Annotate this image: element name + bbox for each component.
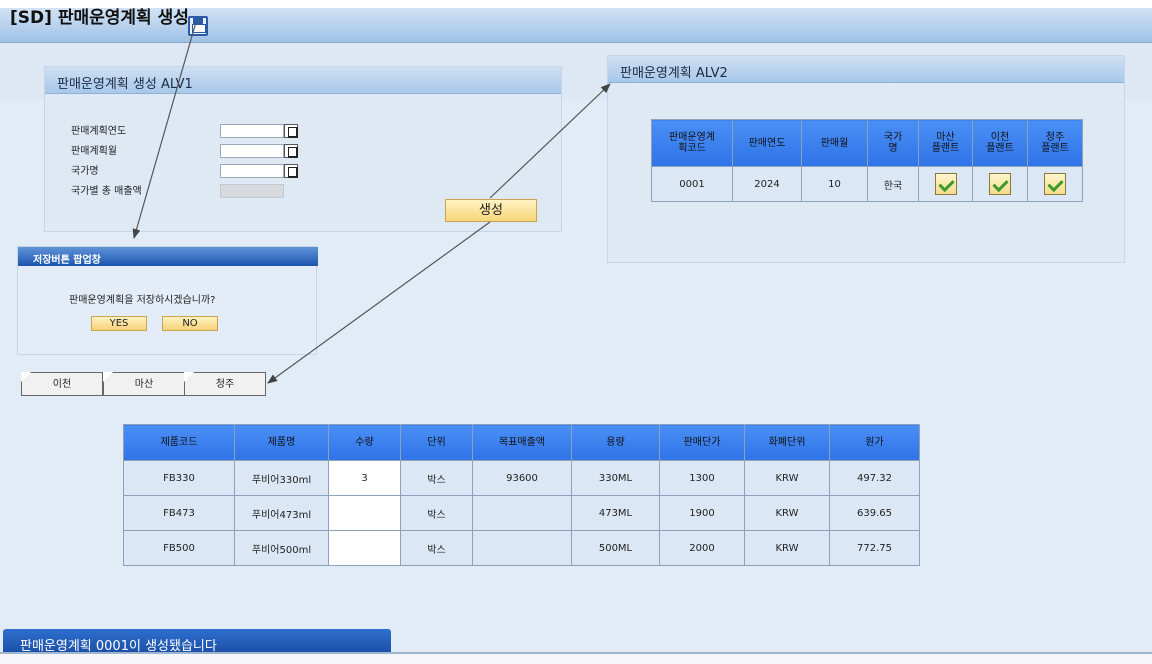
cell-unit: 박스 [400,495,473,531]
cell-volume: 500ML [571,530,660,566]
total-sales-field [220,184,284,198]
alv2-row[interactable]: 0001 2024 10 한국 [651,166,1083,202]
alv2-title: 판매운영계획 ALV2 [608,56,1124,83]
save-popup: 저장버튼 팝업창 판매운영계획을 저장하시겠습니까? YES NO [17,246,318,355]
plan-year-help-icon[interactable] [284,124,298,138]
cell-target [472,530,572,566]
alv2-header-month: 판매월 [801,119,868,167]
quantity-input[interactable]: 3 [328,460,401,496]
cell-unit: 박스 [400,460,473,496]
alv2-cell-month[interactable]: 10 [801,166,868,202]
product-table: 제품코드 제품명 수량 단위 목표매출액 용량 판매단가 화폐단위 원가 FB3… [123,424,920,566]
save-icon[interactable] [188,16,208,36]
cell-volume: 330ML [571,460,660,496]
cell-target [472,495,572,531]
yes-button[interactable]: YES [91,316,147,331]
product-header-cost: 원가 [829,424,920,461]
tab-masan[interactable]: 마산 [103,372,185,396]
alv2-cell-cheongju [1027,166,1083,202]
cell-price: 1300 [659,460,745,496]
cell-cost: 772.75 [829,530,920,566]
cheongju-check-icon[interactable] [1044,173,1066,195]
field-label-plan-month: 판매계획월 [71,146,117,157]
plan-month-input[interactable] [220,144,284,158]
alv2-cell-icheon [972,166,1028,202]
table-row[interactable]: FB500 푸비어500ml 박스 500ML 2000 KRW 772.75 [123,530,920,566]
cell-currency: KRW [744,530,830,566]
product-header-price: 판매단가 [659,424,745,461]
icheon-check-icon[interactable] [989,173,1011,195]
cell-price: 2000 [659,530,745,566]
cell-code: FB500 [123,530,235,566]
product-header-target: 목표매출액 [472,424,572,461]
popup-title: 저장버튼 팝업창 [18,247,318,266]
plan-year-input[interactable] [220,124,284,138]
alv2-header-row: 판매운영계 획코드 판매연도 판매월 국가 명 마산 플랜트 이천 플랜트 청주… [651,119,1083,167]
alv2-header-year: 판매연도 [732,119,802,167]
product-header-code: 제품코드 [123,424,235,461]
table-row[interactable]: FB473 푸비어473ml 박스 473ML 1900 KRW 639.65 [123,495,920,531]
cell-name: 푸비어473ml [234,495,329,531]
cell-cost: 639.65 [829,495,920,531]
alv2-cell-year[interactable]: 2024 [732,166,802,202]
product-header-qty: 수량 [328,424,401,461]
page: [SD] 판매운영계획 생성 판매운영계획 생성 ALV1 판매계획연도 판매계… [0,0,1152,664]
cell-cost: 497.32 [829,460,920,496]
alv2-panel: 판매운영계획 ALV2 판매운영계 획코드 판매연도 판매월 국가 명 마산 플… [607,55,1125,263]
top-strip [0,0,1152,8]
alv2-header-icheon: 이천 플랜트 [972,119,1028,167]
alv2-header-code: 판매운영계 획코드 [651,119,733,167]
product-header-name: 제품명 [234,424,329,461]
alv1-panel: 판매운영계획 생성 ALV1 판매계획연도 판매계획월 국가명 국가별 총 매출… [44,66,562,232]
quantity-input[interactable] [328,530,401,566]
plan-month-help-icon[interactable] [284,144,298,158]
create-button[interactable]: 생성 [445,199,537,222]
country-input[interactable] [220,164,284,178]
alv2-cell-code[interactable]: 0001 [651,166,733,202]
field-label-total-sales: 국가별 총 매출액 [71,186,142,197]
product-header-currency: 화폐단위 [744,424,830,461]
alv2-table: 판매운영계 획코드 판매연도 판매월 국가 명 마산 플랜트 이천 플랜트 청주… [651,119,1083,202]
tab-icheon[interactable]: 이천 [21,372,103,396]
alv2-header-masan: 마산 플랜트 [918,119,973,167]
country-help-icon[interactable] [284,164,298,178]
product-header-row: 제품코드 제품명 수량 단위 목표매출액 용량 판매단가 화폐단위 원가 [123,424,920,461]
alv2-cell-masan [918,166,973,202]
popup-message: 판매운영계획을 저장하시겠습니까? [69,295,216,306]
cell-price: 1900 [659,495,745,531]
cell-currency: KRW [744,460,830,496]
cell-volume: 473ML [571,495,660,531]
alv2-header-cheongju: 청주 플랜트 [1027,119,1083,167]
alv2-header-country: 국가 명 [867,119,919,167]
cell-code: FB330 [123,460,235,496]
cell-target: 93600 [472,460,572,496]
alv1-title: 판매운영계획 생성 ALV1 [45,67,561,94]
field-label-plan-year: 판매계획연도 [71,126,127,137]
cell-code: FB473 [123,495,235,531]
no-button[interactable]: NO [162,316,218,331]
title-bar: [SD] 판매운영계획 생성 [0,8,1152,43]
cell-unit: 박스 [400,530,473,566]
status-message: 판매운영계획 0001이 생성됐습니다 [3,629,391,654]
masan-check-icon[interactable] [934,173,957,195]
cell-name: 푸비어330ml [234,460,329,496]
product-header-unit: 단위 [400,424,473,461]
bottom-strip [0,654,1152,664]
quantity-input[interactable] [328,495,401,531]
cell-currency: KRW [744,495,830,531]
field-label-country: 국가명 [71,166,99,177]
table-row[interactable]: FB330 푸비어330ml 3 박스 93600 330ML 1300 KRW… [123,460,920,496]
cell-name: 푸비어500ml [234,530,329,566]
product-header-volume: 용량 [571,424,660,461]
alv2-cell-country[interactable]: 한국 [867,166,919,202]
tab-cheongju[interactable]: 청주 [184,372,266,396]
page-title: [SD] 판매운영계획 생성 [10,8,189,28]
